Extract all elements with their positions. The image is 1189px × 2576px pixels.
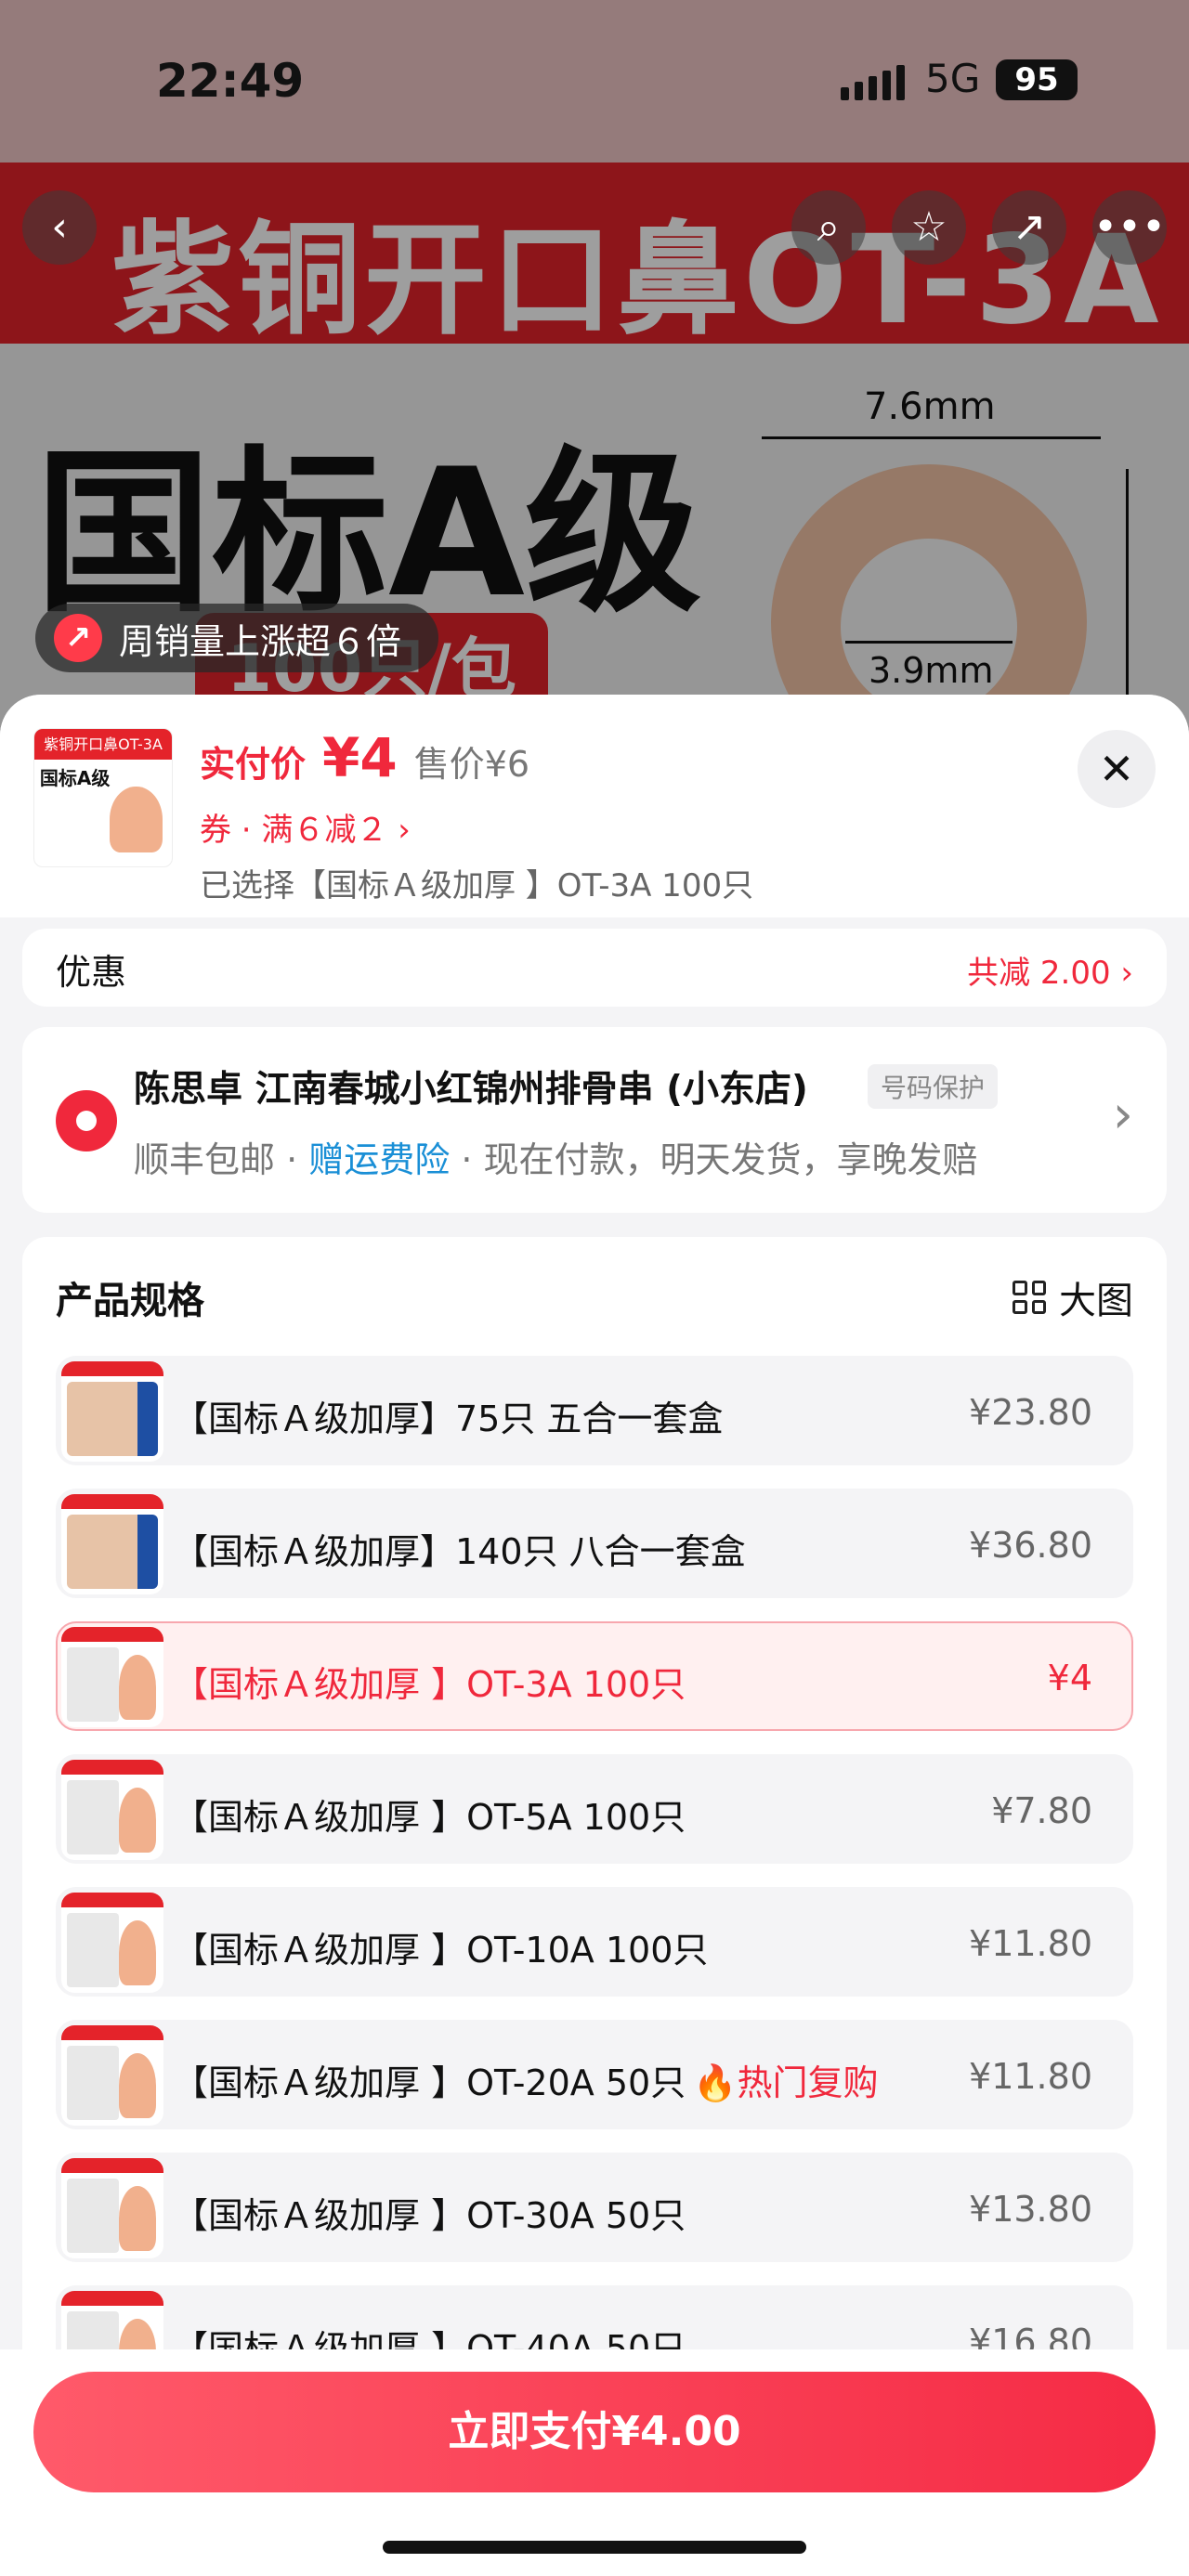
shipping-insurance-link[interactable]: 赠运费险 (308, 1139, 450, 1180)
thumbnail-label: 国标A级 (39, 767, 111, 789)
discount-amount: 共减 2.00 › (967, 955, 1133, 992)
spec-price: ¥11.80 (969, 1923, 1092, 1964)
sheet-header: 紫铜开口鼻OT-3A 国标A级 实付价 ¥4 售价¥6 券 · 满６减２ › 已… (0, 695, 1189, 917)
spec-option[interactable]: 【国标Ａ级加厚】140只 八合一套盒 ¥36.80 (56, 1489, 1133, 1598)
address-name: 陈思卓 江南春城小红锦州排骨串 (小东店) (134, 1069, 808, 1111)
real-price-label: 实付价 (200, 744, 307, 785)
thumbnail-terminal-image (110, 787, 163, 853)
spec-option[interactable]: 【国标Ａ级加厚 】OT-20A 50只 🔥热门复购 ¥11.80 (56, 2020, 1133, 2129)
spec-name: 【国标Ａ级加厚 】OT-30A 50只 (173, 2195, 686, 2236)
spec-price: ¥36.80 (969, 1525, 1092, 1566)
purchase-sheet: 紫铜开口鼻OT-3A 国标A级 实付价 ¥4 售价¥6 券 · 满６减２ › 已… (0, 695, 1189, 2576)
spec-thumbnail (61, 2025, 163, 2126)
spec-option[interactable]: 【国标Ａ级加厚 】OT-5A 100只 ¥7.80 (56, 1754, 1133, 1864)
spec-price: ¥11.80 (969, 2056, 1092, 2097)
spec-name: 【国标Ａ级加厚 】OT-10A 100只 (173, 1930, 709, 1971)
spec-option-selected[interactable]: 【国标Ａ级加厚 】OT-3A 100只 ¥4 (56, 1621, 1133, 1731)
big-view-button[interactable]: 大图 (1013, 1270, 1133, 1324)
spec-thumbnail (61, 1893, 163, 1993)
home-indicator (383, 2541, 806, 2554)
spec-name-text: 【国标Ａ级加厚 】OT-20A 50只 (173, 2062, 686, 2103)
sales-trend-text: 周销量上涨超６倍 (119, 620, 402, 662)
spec-option[interactable]: 【国标Ａ级加厚 】OT-10A 100只 ¥11.80 (56, 1887, 1133, 1997)
search-icon[interactable]: ⌕ (791, 190, 866, 265)
selected-spec-text: 已选择【国标Ａ级加厚 】OT-3A 100只 (200, 867, 754, 904)
coupon-link[interactable]: 券 · 满６减２ › (200, 804, 411, 850)
status-bar: 22:49 5G 95 (0, 0, 1189, 163)
status-time: 22:49 (156, 54, 305, 108)
network-type: 5G (925, 56, 981, 101)
discount-row[interactable]: 优惠 共减 2.00 › (22, 929, 1167, 1007)
spec-title: 产品规格 (56, 1280, 204, 1322)
product-thumbnail[interactable]: 紫铜开口鼻OT-3A 国标A级 (33, 728, 173, 867)
favorite-icon[interactable]: ☆ (892, 190, 966, 265)
big-view-label: 大图 (1059, 1280, 1133, 1322)
close-button[interactable]: ✕ (1078, 730, 1156, 808)
more-icon[interactable]: ••• (1092, 190, 1167, 265)
bottom-action-bar: 立即支付¥4.00 (0, 2349, 1189, 2576)
share-icon[interactable]: ↗ (992, 190, 1066, 265)
spec-price: ¥23.80 (969, 1392, 1092, 1433)
product-nav-bar: ‹ ⌕ ☆ ↗ ••• (0, 190, 1189, 265)
price-line: 实付价 ¥4 售价¥6 (200, 726, 529, 789)
battery-icon: 95 (996, 59, 1078, 100)
discount-title: 优惠 (56, 952, 127, 993)
trend-up-icon: ↗ (54, 614, 102, 662)
signal-icon (841, 63, 905, 100)
spec-option[interactable]: 【国标Ａ级加厚】75只 五合一套盒 ¥23.80 (56, 1356, 1133, 1465)
spec-name: 【国标Ａ级加厚】140只 八合一套盒 (173, 1531, 746, 1572)
spec-price: ¥13.80 (969, 2189, 1092, 2230)
spec-thumbnail (61, 2158, 163, 2258)
spec-name: 【国标Ａ级加厚 】OT-3A 100只 (173, 1664, 686, 1705)
thumbnail-title: 紫铜开口鼻OT-3A (34, 729, 172, 760)
spec-price: ¥4 (1047, 1658, 1092, 1698)
real-price: ¥4 (322, 726, 398, 789)
spec-card: 产品规格 大图 【国标Ａ级加厚】75只 五合一套盒 ¥23.80 【国标Ａ级加厚… (22, 1237, 1167, 2537)
spec-thumbnail (61, 1760, 163, 1860)
privacy-badge: 号码保护 (868, 1064, 999, 1109)
spec-thumbnail (61, 1361, 163, 1462)
spec-thumbnail (61, 1627, 163, 1727)
spec-name: 【国标Ａ级加厚 】OT-20A 50只 🔥热门复购 (173, 2054, 879, 2105)
pay-now-button[interactable]: 立即支付¥4.00 (33, 2372, 1156, 2492)
shipping-text-rest: · 现在付款，明天发货，享晚发赔 (450, 1139, 978, 1180)
shipping-info: 顺丰包邮 · 赠运费险 · 现在付款，明天发货，享晚发赔 (134, 1131, 978, 1182)
address-card[interactable]: 陈思卓 江南春城小红锦州排骨串 (小东店) 号码保护 顺丰包邮 · 赠运费险 ·… (22, 1027, 1167, 1213)
shipping-text: 顺丰包邮 · (134, 1139, 309, 1180)
spec-name: 【国标Ａ级加厚】75只 五合一套盒 (173, 1399, 724, 1439)
sale-price: 售价¥6 (413, 744, 530, 785)
spec-option[interactable]: 【国标Ａ级加厚 】OT-30A 50只 ¥13.80 (56, 2153, 1133, 2262)
grid-icon (1013, 1281, 1046, 1314)
sales-trend-badge: ↗ 周销量上涨超６倍 (35, 604, 439, 672)
spec-thumbnail (61, 1494, 163, 1594)
chevron-right-icon: › (1112, 1085, 1133, 1145)
spec-price: ¥7.80 (991, 1790, 1092, 1831)
spec-name: 【国标Ａ级加厚 】OT-5A 100只 (173, 1797, 686, 1838)
location-pin-icon (56, 1090, 117, 1151)
back-button[interactable]: ‹ (22, 190, 97, 265)
hot-repurchase-badge: 🔥热门复购 (693, 2062, 879, 2103)
